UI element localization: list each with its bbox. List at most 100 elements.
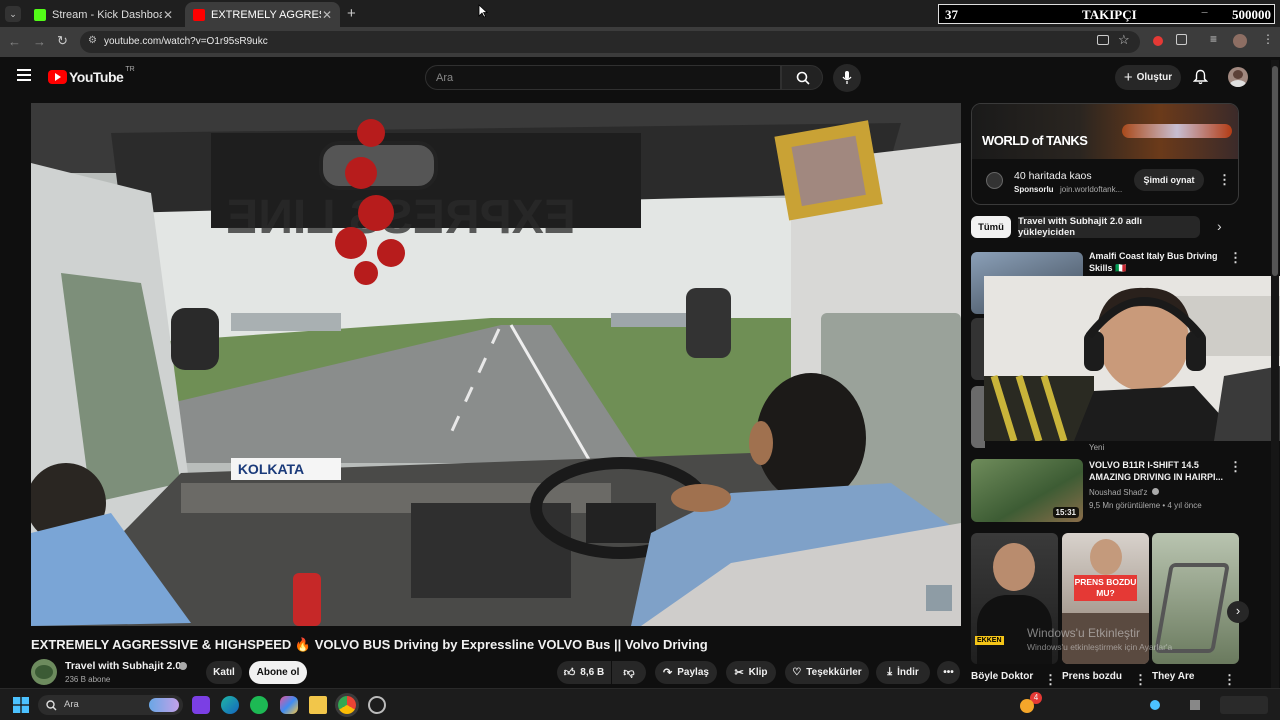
subscribe-button[interactable]: Abone ol [249, 661, 307, 684]
taskbar-search-input[interactable]: Ara [38, 695, 183, 715]
short-title[interactable]: Prens bozdu [1062, 671, 1122, 682]
thumbs-down-icon: 👎︎ [623, 667, 635, 679]
forward-icon[interactable]: → [33, 34, 46, 49]
clip-button[interactable]: ✂ Klip [726, 661, 776, 684]
extensions-puzzle-icon[interactable] [1176, 34, 1187, 45]
ad-banner[interactable]: WORLD of TANKS [972, 104, 1238, 159]
channel-name[interactable]: Travel with Subhajit 2.0 [65, 660, 181, 672]
edge-browser-icon[interactable] [221, 696, 239, 714]
recommendation-channel[interactable]: Noushad Shad'z [1089, 487, 1159, 499]
short-menu-icon[interactable]: ⋮ [1223, 672, 1236, 688]
search-icon [46, 700, 57, 711]
windows-start-icon[interactable] [13, 697, 29, 713]
like-button[interactable]: 👍︎ 8,6 B [557, 661, 611, 684]
close-tab-icon[interactable]: ✕ [163, 8, 173, 22]
share-label: Paylaş [677, 667, 709, 678]
ad-cta-button[interactable]: Şimdi oynat [1134, 169, 1204, 191]
kick-favicon-icon [34, 8, 46, 21]
short-menu-icon[interactable]: ⋮ [1044, 672, 1057, 688]
youtube-logo-text: YouTube [69, 69, 124, 85]
page-scrollbar[interactable] [1271, 60, 1279, 688]
tab-youtube-video[interactable]: EXTREMELY AGGRESSIVE & HIGHSPEED ✕ [185, 2, 340, 27]
download-button[interactable]: ⤓ İndir [876, 661, 930, 684]
file-explorer-icon[interactable] [309, 696, 327, 714]
tab-kick-dashboard[interactable]: Stream - Kick Dashboard ✕ [26, 2, 181, 27]
account-avatar[interactable] [1228, 67, 1248, 87]
recommendation-thumbnail[interactable] [971, 318, 985, 380]
dislike-button[interactable]: 👎︎ [612, 661, 646, 684]
weather-icon[interactable] [1020, 699, 1034, 713]
volume-icon[interactable] [1190, 700, 1200, 710]
download-label: İndir [897, 667, 919, 678]
short-menu-icon[interactable]: ⋮ [1134, 672, 1147, 688]
install-app-icon[interactable] [1097, 35, 1109, 45]
recommendation-thumbnail[interactable] [971, 386, 985, 448]
taskbar-app-icon[interactable] [368, 696, 386, 714]
youtube-logo[interactable]: YouTube TR [48, 66, 135, 85]
recommendation-menu-icon[interactable]: ⋮ [1229, 250, 1242, 266]
clock-area[interactable] [1220, 696, 1268, 714]
sponsored-ad-card[interactable]: WORLD of TANKS 40 haritada kaos Sponsorl… [971, 103, 1239, 205]
new-badge: Yeni [1089, 443, 1105, 452]
thanks-button[interactable]: ♡ Teşekkürler [785, 661, 869, 684]
ad-headline: 40 haritada kaos [1014, 170, 1092, 182]
ad-brand-icon [986, 172, 1003, 189]
dash-sign-text: KOLKATA [238, 461, 304, 477]
shorts-next-button[interactable]: › [1227, 601, 1249, 623]
verified-badge-icon [1151, 488, 1159, 495]
taskbar-search-placeholder: Ara [64, 699, 79, 710]
follower-label: TAKIPÇI [1082, 7, 1137, 22]
scissors-icon: ✂ [734, 667, 744, 679]
short-overlay-text: PRENS BOZDU MU? [1074, 575, 1137, 601]
voice-search-button[interactable] [833, 64, 861, 92]
join-button[interactable]: Katıl [206, 661, 242, 684]
notifications-bell-icon[interactable] [1193, 69, 1208, 85]
browser-menu-icon[interactable]: ⋮ [1262, 32, 1274, 46]
search-input[interactable]: Ara [425, 65, 781, 90]
address-bar[interactable]: ⚙ youtube.com/watch?v=O1r95sR9ukc [80, 31, 1140, 53]
subscriber-count: 236 B abone [65, 675, 111, 684]
share-button[interactable]: ↷ Paylaş [655, 661, 717, 684]
close-tab-icon[interactable]: ✕ [322, 8, 332, 22]
profile-avatar[interactable] [1233, 34, 1247, 48]
more-actions-button[interactable]: ••• [937, 661, 960, 684]
spotify-icon[interactable] [250, 696, 268, 714]
stream-follower-overlay: 37 TAKIPÇI − 500000 [938, 4, 1275, 24]
short-title[interactable]: They Are [1152, 671, 1194, 682]
search-button[interactable] [781, 65, 823, 90]
windows-activation-watermark: Windows'u Etkinleştir Windows'u etkinleş… [1027, 626, 1173, 652]
bookmark-star-icon[interactable]: ☆ [1118, 32, 1130, 48]
follower-count: 37 [945, 7, 958, 22]
tab-title: Stream - Kick Dashboard [52, 8, 162, 21]
back-icon[interactable]: ← [8, 34, 21, 49]
hamburger-menu-icon[interactable] [17, 69, 31, 81]
new-tab-button[interactable]: + [347, 5, 356, 22]
media-control-icon[interactable]: ≡ [1210, 32, 1217, 46]
chips-next-icon[interactable]: › [1217, 218, 1222, 234]
reload-icon[interactable]: ↻ [57, 33, 68, 49]
ad-banner-title: WORLD of TANKS [982, 133, 1088, 148]
ad-menu-icon[interactable]: ⋮ [1218, 172, 1231, 188]
chrome-icon[interactable] [338, 696, 356, 714]
video-player[interactable]: EXPRESS LINE KOLKATA [31, 103, 961, 626]
wifi-icon[interactable] [1150, 700, 1160, 710]
site-info-icon[interactable]: ⚙ [88, 35, 97, 46]
plus-icon: + [1123, 69, 1133, 86]
tab-list-button[interactable]: ⌄ [5, 6, 21, 22]
copilot-icon[interactable] [280, 696, 298, 714]
create-button[interactable]: + Oluştur [1115, 65, 1181, 90]
extension-red-icon[interactable] [1153, 36, 1163, 46]
recommendation-menu-icon[interactable]: ⋮ [1229, 459, 1242, 475]
youtube-favicon-icon [193, 8, 205, 21]
ad-domain: join.worldoftank... [1060, 185, 1123, 194]
channel-avatar[interactable] [31, 659, 57, 685]
mouse-cursor-icon [478, 4, 488, 18]
chip-all[interactable]: Tümü [971, 216, 1011, 238]
taskbar-app-icon[interactable] [192, 696, 210, 714]
share-icon: ↷ [663, 667, 673, 679]
recommendation-item[interactable]: 15:31 VOLVO B11R I-SHIFT 14.5 AMAZING DR… [971, 459, 1242, 523]
chip-from-uploader[interactable]: Travel with Subhajit 2.0 adlı yükleyicid… [1018, 216, 1200, 238]
short-title[interactable]: Böyle Doktor [971, 671, 1033, 682]
recommendation-thumbnail[interactable]: 15:31 [971, 459, 1083, 522]
search-icon [796, 71, 810, 85]
